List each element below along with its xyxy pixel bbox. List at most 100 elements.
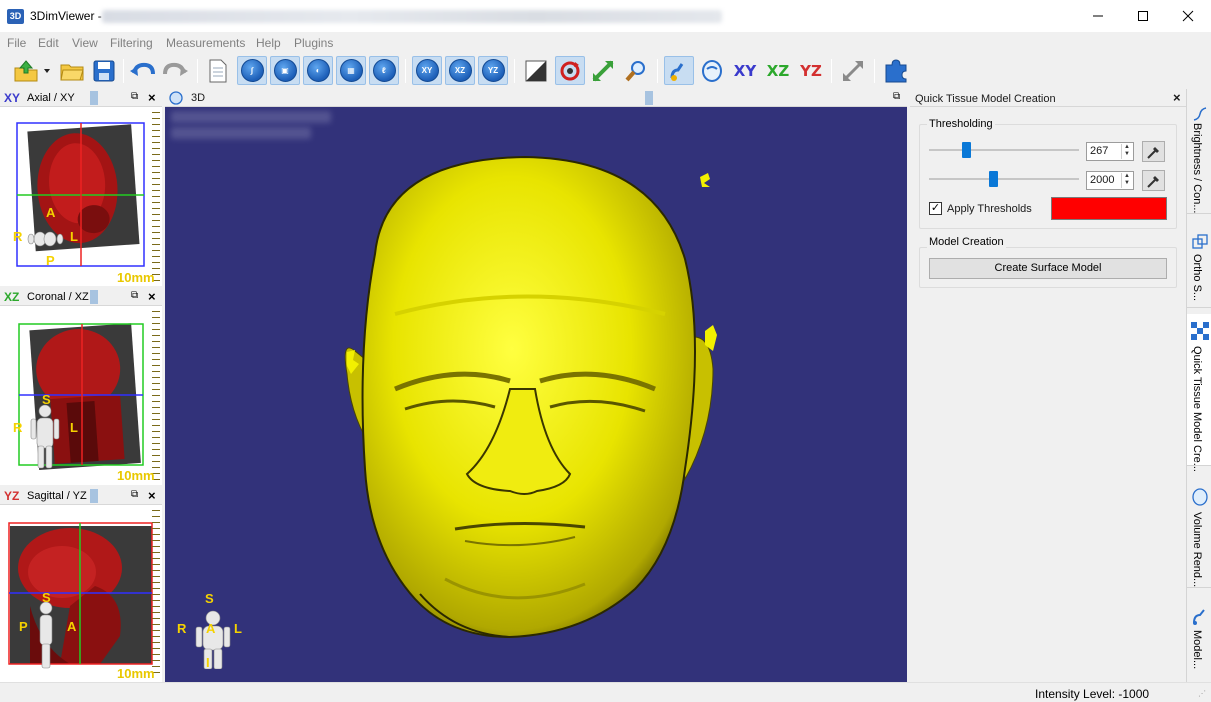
resize-grip-icon[interactable]: ⋰ bbox=[1198, 689, 1206, 698]
redo-button[interactable] bbox=[160, 56, 190, 85]
maximize-icon bbox=[1138, 11, 1148, 21]
high-threshold-spinbox[interactable]: 2000 ▲ ▼ bbox=[1086, 171, 1134, 190]
high-threshold-picker-button[interactable] bbox=[1142, 170, 1165, 191]
rotate-icon bbox=[560, 61, 580, 80]
axial-orient-bottom: P bbox=[46, 253, 55, 268]
coronal-orient-right: L bbox=[70, 420, 78, 435]
coronal-close-button[interactable]: × bbox=[148, 289, 156, 304]
ortho-slices-button[interactable]: ▣ bbox=[270, 56, 300, 85]
spin-arrows-icon[interactable]: ▲ ▼ bbox=[1121, 144, 1132, 159]
open-folder-button[interactable] bbox=[57, 56, 87, 85]
menu-view[interactable]: View bbox=[72, 36, 98, 50]
sagittal-close-button[interactable]: × bbox=[148, 488, 156, 503]
surface-model-button[interactable]: ◐ bbox=[303, 56, 333, 85]
toolbar-separator bbox=[874, 59, 875, 83]
show-xy-button[interactable]: XY bbox=[730, 56, 760, 85]
pan-view-button[interactable] bbox=[588, 56, 618, 85]
quick-tissue-close-button[interactable]: × bbox=[1173, 90, 1181, 105]
drag-handle[interactable] bbox=[90, 290, 98, 304]
slices-icon bbox=[1192, 234, 1208, 249]
apply-thresholds-checkbox[interactable]: ✓ bbox=[929, 202, 942, 215]
menu-plugins[interactable]: Plugins bbox=[294, 36, 333, 50]
float-window-icon[interactable]: ⧉ bbox=[893, 91, 900, 102]
view3d-orient-top: S bbox=[205, 591, 214, 606]
low-threshold-spinbox[interactable]: 267 ▲ ▼ bbox=[1086, 142, 1134, 161]
low-threshold-slider-handle[interactable] bbox=[962, 142, 971, 158]
density-window-button[interactable]: ∫ bbox=[237, 56, 267, 85]
show-surface-button[interactable] bbox=[697, 56, 727, 85]
menu-file[interactable]: File bbox=[7, 36, 26, 50]
coronal-scale-label: 10mm bbox=[117, 468, 155, 483]
checkmark-icon: ✓ bbox=[930, 202, 941, 214]
axial-close-button[interactable]: × bbox=[148, 90, 156, 105]
quick-tissue-button[interactable]: ▦ bbox=[336, 56, 366, 85]
toolbar-separator bbox=[123, 59, 124, 83]
close-button[interactable] bbox=[1165, 0, 1211, 32]
side-tab-bar: Brightness / Con... Ortho S... Quick Tis… bbox=[1186, 89, 1211, 682]
new-document-button[interactable] bbox=[203, 56, 233, 85]
quick-tissue-title: Quick Tissue Model Creation bbox=[915, 93, 1056, 105]
plugin-button[interactable] bbox=[881, 56, 911, 85]
probe-icon bbox=[670, 62, 684, 81]
tab-volume-rendering[interactable]: Volume Rend... bbox=[1187, 478, 1211, 588]
undo-button[interactable] bbox=[128, 56, 158, 85]
create-surface-model-button[interactable]: Create Surface Model bbox=[929, 258, 1167, 279]
coronal-orient-left: R bbox=[13, 420, 23, 435]
thresholding-label: Thresholding bbox=[927, 118, 995, 130]
minimize-icon bbox=[1093, 15, 1103, 17]
low-threshold-slider-track[interactable] bbox=[929, 149, 1079, 151]
xz-plane-icon: XZ bbox=[766, 61, 790, 80]
open-dicom-button[interactable] bbox=[10, 56, 54, 85]
float-window-icon[interactable]: ⧉ bbox=[131, 91, 138, 102]
sagittal-view-panel: YZ Sagittal / YZ ⧉ × S P A 10mm bbox=[0, 487, 162, 682]
tab-quick-tissue[interactable]: Quick Tissue Model Cre... bbox=[1187, 314, 1211, 472]
menu-edit[interactable]: Edit bbox=[38, 36, 59, 50]
axial-slice-canvas[interactable]: A R L P 10mm bbox=[0, 108, 162, 286]
show-yz-button[interactable]: YZ bbox=[796, 56, 826, 85]
low-threshold-picker-button[interactable] bbox=[1142, 141, 1165, 162]
xy-slice-button[interactable]: XY bbox=[412, 56, 442, 85]
view3d-canvas[interactable]: S R A L I bbox=[165, 89, 907, 682]
threshold-color-swatch[interactable] bbox=[1051, 197, 1167, 220]
drag-handle[interactable] bbox=[645, 91, 653, 105]
show-xz-button[interactable]: XZ bbox=[763, 56, 793, 85]
volume-render-button[interactable]: ℓ bbox=[369, 56, 399, 85]
high-threshold-slider-track[interactable] bbox=[929, 178, 1079, 180]
yz-slice-button[interactable]: YZ bbox=[478, 56, 508, 85]
xy-plane-icon: XY bbox=[733, 61, 757, 80]
open-dicom-icon bbox=[14, 59, 50, 81]
high-threshold-slider-handle[interactable] bbox=[989, 171, 998, 187]
spin-arrows-icon[interactable]: ▲ ▼ bbox=[1121, 173, 1132, 188]
float-window-icon[interactable]: ⧉ bbox=[131, 489, 138, 500]
scene-hit-button[interactable] bbox=[664, 56, 694, 85]
sagittal-slice-canvas[interactable]: S P A 10mm bbox=[0, 506, 162, 682]
tab-ortho-slices[interactable]: Ortho S... bbox=[1187, 224, 1211, 308]
rotate-view-button[interactable] bbox=[555, 56, 585, 85]
quick-tissue-panel: Quick Tissue Model Creation × Thresholdi… bbox=[910, 89, 1186, 682]
tab-models[interactable]: Model... bbox=[1187, 600, 1211, 682]
head-surface-model bbox=[344, 155, 717, 639]
drag-handle[interactable] bbox=[90, 91, 98, 105]
intensity-level-status: Intensity Level: -1000 bbox=[1035, 687, 1150, 701]
folder-icon bbox=[60, 64, 84, 80]
menu-measurements[interactable]: Measurements bbox=[166, 36, 245, 50]
zoom-button[interactable] bbox=[621, 56, 651, 85]
float-window-icon[interactable]: ⧉ bbox=[131, 290, 138, 301]
save-button[interactable] bbox=[89, 56, 119, 85]
tab-brightness-contrast[interactable]: Brightness / Con... bbox=[1187, 89, 1211, 214]
fullscreen-button[interactable] bbox=[838, 56, 868, 85]
toolbar-separator bbox=[405, 59, 406, 83]
status-bar: Intensity Level: -1000 ⋰ bbox=[0, 682, 1211, 702]
contrast-button[interactable] bbox=[521, 56, 551, 85]
axial-orient-top: A bbox=[46, 205, 56, 220]
drag-handle[interactable] bbox=[90, 489, 98, 503]
maximize-button[interactable] bbox=[1120, 0, 1166, 32]
axial-scale-label: 10mm bbox=[117, 270, 155, 285]
menu-filtering[interactable]: Filtering bbox=[110, 36, 153, 50]
minimize-button[interactable] bbox=[1075, 0, 1121, 32]
coronal-slice-canvas[interactable]: S R L 10mm bbox=[0, 307, 162, 485]
xz-slice-button[interactable]: XZ bbox=[445, 56, 475, 85]
contrast-icon bbox=[525, 60, 547, 81]
menu-help[interactable]: Help bbox=[256, 36, 281, 50]
checker-icon: ▦ bbox=[339, 59, 363, 82]
